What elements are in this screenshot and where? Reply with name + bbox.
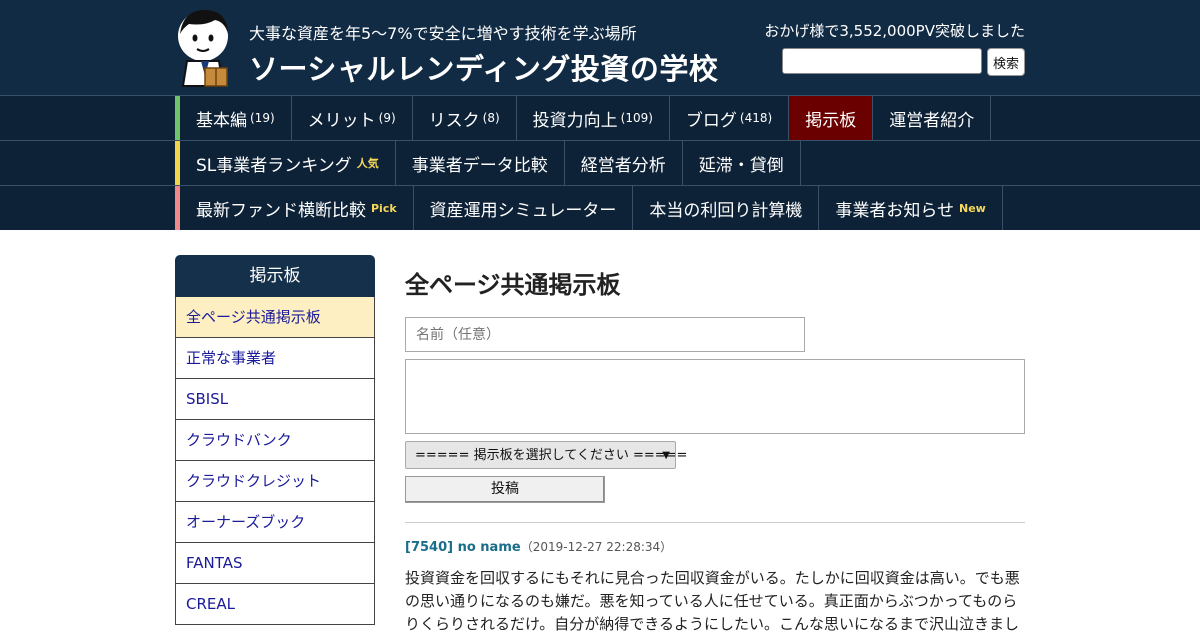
site-header: 大事な資産を年5～7%で安全に増やす技術を学ぶ場所 ソーシャルレンディング投資の… xyxy=(0,0,1200,95)
nav-row-3: 最新ファンド横断比較 Pick 資産運用シミュレーター 本当の利回り計算機 事業者… xyxy=(0,185,1200,230)
search-input[interactable] xyxy=(782,48,982,74)
nav-count: (8) xyxy=(482,111,500,125)
nav-label: SL事業者ランキング xyxy=(196,155,352,176)
sidebar-item-sbisl[interactable]: SBISL xyxy=(175,379,375,420)
nav-label: 資産運用シミュレーター xyxy=(429,200,617,221)
nav-label: 運営者紹介 xyxy=(889,110,975,131)
post-button[interactable]: 投稿 xyxy=(405,476,605,503)
nav-row-3-inner: 最新ファンド横断比較 Pick 資産運用シミュレーター 本当の利回り計算機 事業者… xyxy=(175,186,1003,230)
divider xyxy=(405,522,1025,523)
nav-item-yield-calc[interactable]: 本当の利回り計算機 xyxy=(633,186,820,230)
post-body: 投資資金を回収するにもそれに見合った回収資金がいる。たしかに回収資金は高い。でも… xyxy=(405,569,1020,633)
site-tagline: 大事な資産を年5～7%で安全に増やす技術を学ぶ場所 xyxy=(249,24,637,43)
nav-count: (19) xyxy=(250,111,275,125)
nav-item-improve[interactable]: 投資力向上 (109) xyxy=(517,96,670,140)
nav-item-merits[interactable]: メリット (9) xyxy=(292,96,413,140)
nav-row-2: SL事業者ランキング 人気 事業者データ比較 経営者分析 延滞・貸倒 xyxy=(0,140,1200,185)
nav-item-about[interactable]: 運営者紹介 xyxy=(873,96,992,140)
post-body-textarea[interactable] xyxy=(405,359,1025,434)
nav-item-news[interactable]: 事業者お知らせ New xyxy=(819,186,1003,230)
nav-badge: Pick xyxy=(371,201,397,215)
nav-item-ranking[interactable]: SL事業者ランキング 人気 xyxy=(180,141,396,185)
sidebar: 掲示板 全ページ共通掲示板 正常な事業者 SBISL クラウドバンク クラウドク… xyxy=(175,255,375,625)
site-title[interactable]: ソーシャルレンディング投資の学校 xyxy=(249,46,718,88)
post-author[interactable]: [7540] no name xyxy=(405,540,521,555)
nav-label: ブログ xyxy=(685,110,737,131)
main-content: 全ページ共通掲示板 ===== 掲示板を選択してください ===== ▼ 投稿 … xyxy=(405,255,1025,633)
nav-label: 延滞・貸倒 xyxy=(698,155,784,176)
sidebar-item-creal[interactable]: CREAL xyxy=(175,584,375,625)
nav-badge: 人気 xyxy=(356,157,379,170)
nav-row-2-inner: SL事業者ランキング 人気 事業者データ比較 経営者分析 延滞・貸倒 xyxy=(175,141,801,185)
nav-item-default[interactable]: 延滞・貸倒 xyxy=(683,141,801,185)
nav-label: 掲示板 xyxy=(805,110,857,131)
nav-row-1: 基本編 (19) メリット (9) リスク (8) 投資力向上 (109) ブログ (41… xyxy=(0,95,1200,140)
nav-label: リスク xyxy=(428,110,480,131)
sidebar-item-common[interactable]: 全ページ共通掲示板 xyxy=(175,297,375,338)
chevron-down-icon: ▼ xyxy=(662,450,670,461)
nav-label: 事業者データ比較 xyxy=(411,155,548,176)
nav-badge: New xyxy=(959,201,986,215)
nav-item-fund-compare[interactable]: 最新ファンド横断比較 Pick xyxy=(180,186,414,230)
nav-label: 事業者お知らせ xyxy=(835,200,955,221)
nav-item-basics[interactable]: 基本編 (19) xyxy=(180,96,292,140)
sidebar-item-ownersbook[interactable]: オーナーズブック xyxy=(175,502,375,543)
pv-notice: おかげ様で3,552,000PV突破しました xyxy=(764,22,1025,40)
mascot-logo-icon[interactable] xyxy=(175,6,235,88)
nav-item-data-compare[interactable]: 事業者データ比較 xyxy=(396,141,565,185)
nav-item-board[interactable]: 掲示板 xyxy=(789,96,874,140)
search-button[interactable]: 検索 xyxy=(987,48,1025,76)
sidebar-item-crowdbank[interactable]: クラウドバンク xyxy=(175,420,375,461)
nav-label: メリット xyxy=(307,110,376,131)
page-title: 全ページ共通掲示板 xyxy=(405,271,621,299)
post-date: （2019-12-27 22:28:34） xyxy=(520,540,673,554)
name-input[interactable] xyxy=(405,317,805,352)
nav-item-risks[interactable]: リスク (8) xyxy=(413,96,517,140)
board-select[interactable]: ===== 掲示板を選択してください ===== ▼ xyxy=(405,441,687,469)
nav-label: 最新ファンド横断比較 xyxy=(196,200,366,221)
nav-label: 投資力向上 xyxy=(532,110,618,131)
sidebar-item-normal[interactable]: 正常な事業者 xyxy=(175,338,375,379)
post-meta: [7540] no name（2019-12-27 22:28:34） xyxy=(405,538,672,555)
nav-label: 基本編 xyxy=(196,110,247,131)
nav-count: (9) xyxy=(378,111,396,125)
nav-item-blog[interactable]: ブログ (418) xyxy=(670,96,790,140)
sidebar-title: 掲示板 xyxy=(175,255,375,297)
nav-label: 経営者分析 xyxy=(580,155,666,176)
nav-item-executive[interactable]: 経営者分析 xyxy=(565,141,683,185)
nav-count: (109) xyxy=(620,111,653,125)
nav-row-1-inner: 基本編 (19) メリット (9) リスク (8) 投資力向上 (109) ブログ (41… xyxy=(175,96,992,140)
nav-count: (418) xyxy=(739,111,773,125)
nav-item-simulator[interactable]: 資産運用シミュレーター xyxy=(414,186,634,230)
sidebar-item-fantas[interactable]: FANTAS xyxy=(175,543,375,584)
board-select-value: ===== 掲示板を選択してください ===== xyxy=(415,448,688,463)
sidebar-item-crowdcredit[interactable]: クラウドクレジット xyxy=(175,461,375,502)
header-inner: 大事な資産を年5～7%で安全に増やす技術を学ぶ場所 ソーシャルレンディング投資の… xyxy=(175,0,1025,95)
nav-label: 本当の利回り計算機 xyxy=(649,200,803,221)
